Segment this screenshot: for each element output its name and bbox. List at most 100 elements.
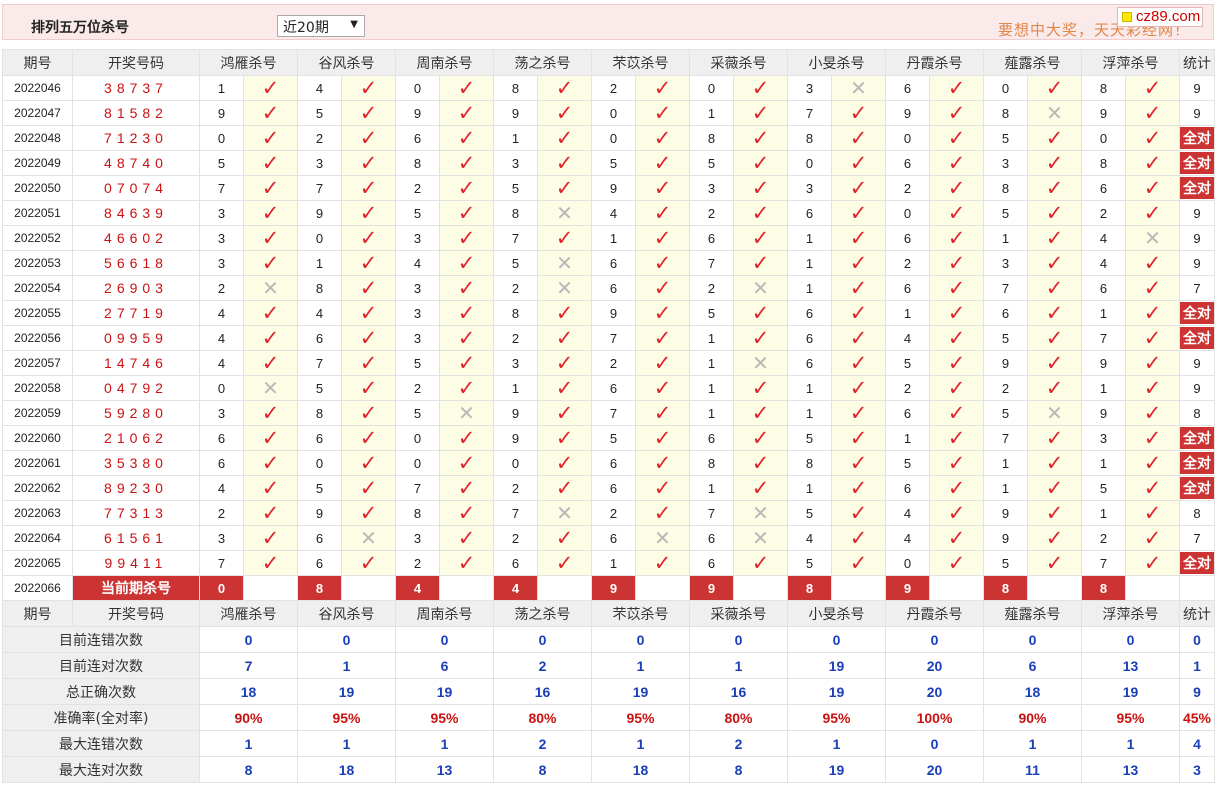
result-cell: ✓ bbox=[929, 175, 984, 201]
period-cell: 2022046 bbox=[2, 75, 73, 101]
kill-number: 8 bbox=[297, 400, 342, 426]
kill-number: 3 bbox=[493, 150, 538, 176]
check-icon: ✓ bbox=[261, 200, 280, 225]
table-row: 2022057 14746 4 ✓ 7 ✓ 5 ✓ 3 ✓ 2 ✓ 1 ✕ 6 ✓ 5 ✓ 9 ✓ 9 ✓ 9 bbox=[2, 350, 1215, 376]
check-icon: ✓ bbox=[653, 100, 672, 125]
check-icon: ✓ bbox=[653, 150, 672, 175]
check-icon: ✓ bbox=[555, 450, 574, 475]
kill-number: 1 bbox=[493, 375, 538, 401]
check-icon: ✓ bbox=[1143, 75, 1162, 100]
table-row: 2022056 09959 4 ✓ 6 ✓ 3 ✓ 2 ✓ 7 ✓ 1 ✓ 6 ✓ 4 ✓ 5 ✓ 7 ✓ 全对 bbox=[2, 325, 1215, 351]
kill-number: 5 bbox=[591, 150, 636, 176]
kill-number: 6 bbox=[297, 525, 342, 551]
result-cell: ✓ bbox=[733, 475, 788, 501]
stat-cell: 全对 bbox=[1179, 175, 1215, 201]
header-expert[interactable]: 小旻杀号 bbox=[787, 49, 886, 76]
current-period-row: 2022066 当前期杀号 0 8 4 4 9 9 8 9 8 8 bbox=[2, 575, 1215, 601]
header-expert[interactable]: 周南杀号 bbox=[395, 600, 494, 627]
summary-value: 2 bbox=[493, 730, 592, 757]
check-icon: ✓ bbox=[359, 100, 378, 125]
check-icon: ✓ bbox=[849, 125, 868, 150]
check-icon: ✓ bbox=[1143, 100, 1162, 125]
kill-number: 2 bbox=[395, 375, 440, 401]
result-cell: ✓ bbox=[733, 150, 788, 176]
kill-number: 2 bbox=[1081, 525, 1126, 551]
all-correct-badge: 全对 bbox=[1180, 452, 1214, 474]
result-cell: ✓ bbox=[341, 125, 396, 151]
check-icon: ✓ bbox=[1143, 500, 1162, 525]
check-icon: ✓ bbox=[359, 350, 378, 375]
kill-number: 8 bbox=[297, 275, 342, 301]
header-expert[interactable]: 浮萍杀号 bbox=[1081, 49, 1180, 76]
header-expert[interactable]: 芣苡杀号 bbox=[591, 600, 690, 627]
result-cell: ✓ bbox=[733, 325, 788, 351]
header-expert[interactable]: 荡之杀号 bbox=[493, 600, 592, 627]
current-kill-number: 4 bbox=[395, 575, 440, 601]
kill-number: 6 bbox=[395, 125, 440, 151]
header-expert[interactable]: 采薇杀号 bbox=[689, 49, 788, 76]
result-cell: ✓ bbox=[831, 400, 886, 426]
result-cell: ✓ bbox=[1125, 300, 1180, 326]
summary-value: 0 bbox=[591, 626, 690, 653]
kill-number: 3 bbox=[983, 150, 1028, 176]
header-expert[interactable]: 谷风杀号 bbox=[297, 600, 396, 627]
result-cell: ✓ bbox=[733, 175, 788, 201]
header-expert[interactable]: 小旻杀号 bbox=[787, 600, 886, 627]
result-cell: ✓ bbox=[439, 250, 494, 276]
check-icon: ✓ bbox=[849, 425, 868, 450]
kill-number: 7 bbox=[297, 350, 342, 376]
header-expert[interactable]: 薤露杀号 bbox=[983, 49, 1082, 76]
draw-numbers: 27719 bbox=[72, 300, 200, 326]
header-expert[interactable]: 薤露杀号 bbox=[983, 600, 1082, 627]
header-expert[interactable]: 荡之杀号 bbox=[493, 49, 592, 76]
check-icon: ✓ bbox=[359, 500, 378, 525]
header-expert[interactable]: 丹霞杀号 bbox=[885, 600, 984, 627]
check-icon: ✓ bbox=[947, 475, 966, 500]
kill-number: 6 bbox=[983, 300, 1028, 326]
summary-stat: 3 bbox=[1179, 756, 1215, 783]
kill-number: 1 bbox=[689, 400, 734, 426]
check-icon: ✓ bbox=[751, 450, 770, 475]
check-icon: ✓ bbox=[653, 550, 672, 575]
check-icon: ✓ bbox=[849, 350, 868, 375]
header-expert[interactable]: 鸿雁杀号 bbox=[199, 49, 298, 76]
period-select[interactable]: 近20期 ▼ bbox=[277, 15, 365, 37]
draw-numbers: 89230 bbox=[72, 475, 200, 501]
kill-number: 4 bbox=[395, 250, 440, 276]
header-expert[interactable]: 谷风杀号 bbox=[297, 49, 396, 76]
cross-icon: ✕ bbox=[752, 500, 769, 525]
stat-cell: 9 bbox=[1179, 350, 1215, 376]
summary-value: 13 bbox=[1081, 652, 1180, 679]
kill-number: 7 bbox=[1081, 550, 1126, 576]
check-icon: ✓ bbox=[555, 175, 574, 200]
empty-cell bbox=[341, 575, 396, 601]
site-logo[interactable]: cz89.com bbox=[1117, 7, 1203, 27]
kill-number: 3 bbox=[199, 250, 244, 276]
result-cell: ✕ bbox=[537, 275, 592, 301]
kill-number: 3 bbox=[297, 150, 342, 176]
result-cell: ✓ bbox=[733, 400, 788, 426]
draw-numbers: 09959 bbox=[72, 325, 200, 351]
header-expert[interactable]: 鸿雁杀号 bbox=[199, 600, 298, 627]
header-expert[interactable]: 丹霞杀号 bbox=[885, 49, 984, 76]
check-icon: ✓ bbox=[947, 200, 966, 225]
summary-value: 0 bbox=[199, 626, 298, 653]
stat-cell: 全对 bbox=[1179, 325, 1215, 351]
header-expert[interactable]: 芣苡杀号 bbox=[591, 49, 690, 76]
summary-value: 20 bbox=[885, 678, 984, 705]
header-expert[interactable]: 浮萍杀号 bbox=[1081, 600, 1180, 627]
result-cell: ✓ bbox=[537, 150, 592, 176]
kill-number: 1 bbox=[787, 275, 832, 301]
result-cell: ✓ bbox=[831, 250, 886, 276]
header-expert[interactable]: 周南杀号 bbox=[395, 49, 494, 76]
kill-number: 5 bbox=[297, 375, 342, 401]
period-cell: 2022060 bbox=[2, 425, 73, 451]
kill-number: 0 bbox=[787, 150, 832, 176]
header-expert[interactable]: 采薇杀号 bbox=[689, 600, 788, 627]
result-cell: ✓ bbox=[929, 225, 984, 251]
summary-value: 0 bbox=[787, 626, 886, 653]
result-cell: ✓ bbox=[1027, 375, 1082, 401]
header-numbers: 开奖号码 bbox=[72, 600, 200, 627]
result-cell: ✓ bbox=[831, 425, 886, 451]
summary-value: 1 bbox=[787, 730, 886, 757]
